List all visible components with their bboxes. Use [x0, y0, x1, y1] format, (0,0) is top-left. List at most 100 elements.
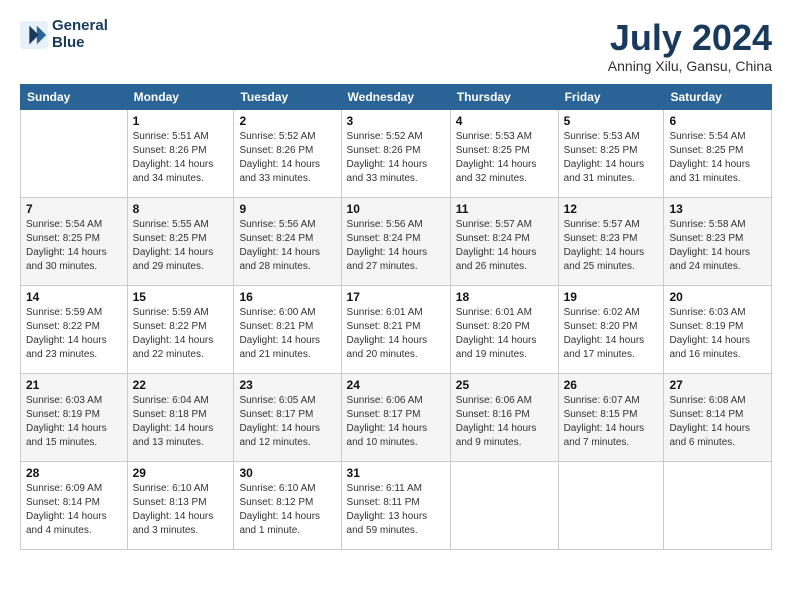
day-cell: 12 Sunrise: 5:57 AM Sunset: 8:23 PM Dayli… — [558, 197, 664, 285]
day-cell: 16 Sunrise: 6:00 AM Sunset: 8:21 PM Dayli… — [234, 285, 341, 373]
day-number: 4 — [456, 114, 553, 128]
day-cell: 10 Sunrise: 5:56 AM Sunset: 8:24 PM Dayli… — [341, 197, 450, 285]
day-cell: 26 Sunrise: 6:07 AM Sunset: 8:15 PM Dayli… — [558, 373, 664, 461]
day-cell: 25 Sunrise: 6:06 AM Sunset: 8:16 PM Dayli… — [450, 373, 558, 461]
day-info: Sunrise: 5:54 AM Sunset: 8:25 PM Dayligh… — [669, 130, 766, 186]
day-cell: 31 Sunrise: 6:11 AM Sunset: 8:11 PM Dayli… — [341, 461, 450, 549]
header: General Blue July 2024 Anning Xilu, Gans… — [20, 18, 772, 74]
header-wednesday: Wednesday — [341, 84, 450, 109]
logo-icon — [20, 21, 48, 49]
day-cell: 3 Sunrise: 5:52 AM Sunset: 8:26 PM Daylig… — [341, 109, 450, 197]
day-info: Sunrise: 5:57 AM Sunset: 8:24 PM Dayligh… — [456, 218, 553, 274]
day-info: Sunrise: 5:54 AM Sunset: 8:25 PM Dayligh… — [26, 218, 122, 274]
day-number: 7 — [26, 202, 122, 216]
day-number: 3 — [347, 114, 445, 128]
day-cell: 5 Sunrise: 5:53 AM Sunset: 8:25 PM Daylig… — [558, 109, 664, 197]
day-cell: 7 Sunrise: 5:54 AM Sunset: 8:25 PM Daylig… — [21, 197, 128, 285]
day-cell — [21, 109, 128, 197]
day-info: Sunrise: 6:03 AM Sunset: 8:19 PM Dayligh… — [26, 394, 122, 450]
day-cell — [558, 461, 664, 549]
header-thursday: Thursday — [450, 84, 558, 109]
day-number: 1 — [133, 114, 229, 128]
day-number: 20 — [669, 290, 766, 304]
day-number: 21 — [26, 378, 122, 392]
page: General Blue July 2024 Anning Xilu, Gans… — [0, 0, 792, 560]
day-number: 15 — [133, 290, 229, 304]
day-info: Sunrise: 6:09 AM Sunset: 8:14 PM Dayligh… — [26, 482, 122, 538]
day-number: 25 — [456, 378, 553, 392]
day-number: 19 — [564, 290, 659, 304]
day-number: 2 — [239, 114, 335, 128]
day-number: 26 — [564, 378, 659, 392]
day-cell: 18 Sunrise: 6:01 AM Sunset: 8:20 PM Dayli… — [450, 285, 558, 373]
day-info: Sunrise: 5:53 AM Sunset: 8:25 PM Dayligh… — [564, 130, 659, 186]
day-info: Sunrise: 6:04 AM Sunset: 8:18 PM Dayligh… — [133, 394, 229, 450]
day-info: Sunrise: 6:10 AM Sunset: 8:12 PM Dayligh… — [239, 482, 335, 538]
day-info: Sunrise: 5:57 AM Sunset: 8:23 PM Dayligh… — [564, 218, 659, 274]
day-cell: 9 Sunrise: 5:56 AM Sunset: 8:24 PM Daylig… — [234, 197, 341, 285]
header-monday: Monday — [127, 84, 234, 109]
logo-text: General Blue — [52, 18, 108, 51]
day-cell: 22 Sunrise: 6:04 AM Sunset: 8:18 PM Dayli… — [127, 373, 234, 461]
header-tuesday: Tuesday — [234, 84, 341, 109]
day-number: 5 — [564, 114, 659, 128]
calendar: SundayMondayTuesdayWednesdayThursdayFrid… — [20, 84, 772, 550]
day-info: Sunrise: 5:56 AM Sunset: 8:24 PM Dayligh… — [347, 218, 445, 274]
day-cell: 6Sunrise: 5:54 AM Sunset: 8:25 PM Daylig… — [664, 109, 772, 197]
week-row-4: 21 Sunrise: 6:03 AM Sunset: 8:19 PM Dayli… — [21, 373, 772, 461]
day-info: Sunrise: 6:01 AM Sunset: 8:21 PM Dayligh… — [347, 306, 445, 362]
day-cell: 2 Sunrise: 5:52 AM Sunset: 8:26 PM Daylig… — [234, 109, 341, 197]
day-info: Sunrise: 6:00 AM Sunset: 8:21 PM Dayligh… — [239, 306, 335, 362]
day-number: 31 — [347, 466, 445, 480]
day-number: 10 — [347, 202, 445, 216]
week-row-5: 28Sunrise: 6:09 AM Sunset: 8:14 PM Dayli… — [21, 461, 772, 549]
calendar-header-row: SundayMondayTuesdayWednesdayThursdayFrid… — [21, 84, 772, 109]
day-cell: 13 Sunrise: 5:58 AM Sunset: 8:23 PM Dayli… — [664, 197, 772, 285]
day-info: Sunrise: 5:58 AM Sunset: 8:23 PM Dayligh… — [669, 218, 766, 274]
week-row-2: 7 Sunrise: 5:54 AM Sunset: 8:25 PM Daylig… — [21, 197, 772, 285]
day-cell: 30 Sunrise: 6:10 AM Sunset: 8:12 PM Dayli… — [234, 461, 341, 549]
day-cell: 23Sunrise: 6:05 AM Sunset: 8:17 PM Dayli… — [234, 373, 341, 461]
header-saturday: Saturday — [664, 84, 772, 109]
day-number: 13 — [669, 202, 766, 216]
day-cell: 14 Sunrise: 5:59 AM Sunset: 8:22 PM Dayli… — [21, 285, 128, 373]
day-number: 11 — [456, 202, 553, 216]
day-number: 8 — [133, 202, 229, 216]
day-number: 22 — [133, 378, 229, 392]
day-info: Sunrise: 6:06 AM Sunset: 8:17 PM Dayligh… — [347, 394, 445, 450]
header-friday: Friday — [558, 84, 664, 109]
day-cell: 28Sunrise: 6:09 AM Sunset: 8:14 PM Dayli… — [21, 461, 128, 549]
day-number: 23 — [239, 378, 335, 392]
day-info: Sunrise: 5:52 AM Sunset: 8:26 PM Dayligh… — [239, 130, 335, 186]
day-cell: 27 Sunrise: 6:08 AM Sunset: 8:14 PM Dayli… — [664, 373, 772, 461]
logo-line1: General — [52, 18, 108, 35]
day-cell: 15Sunrise: 5:59 AM Sunset: 8:22 PM Dayli… — [127, 285, 234, 373]
day-number: 27 — [669, 378, 766, 392]
day-info: Sunrise: 6:08 AM Sunset: 8:14 PM Dayligh… — [669, 394, 766, 450]
day-info: Sunrise: 6:03 AM Sunset: 8:19 PM Dayligh… — [669, 306, 766, 362]
day-info: Sunrise: 6:02 AM Sunset: 8:20 PM Dayligh… — [564, 306, 659, 362]
day-number: 14 — [26, 290, 122, 304]
day-info: Sunrise: 5:56 AM Sunset: 8:24 PM Dayligh… — [239, 218, 335, 274]
day-number: 12 — [564, 202, 659, 216]
day-number: 18 — [456, 290, 553, 304]
week-row-3: 14 Sunrise: 5:59 AM Sunset: 8:22 PM Dayli… — [21, 285, 772, 373]
day-cell — [664, 461, 772, 549]
main-title: July 2024 — [608, 18, 772, 58]
day-number: 29 — [133, 466, 229, 480]
day-info: Sunrise: 5:52 AM Sunset: 8:26 PM Dayligh… — [347, 130, 445, 186]
day-number: 16 — [239, 290, 335, 304]
day-cell: 24Sunrise: 6:06 AM Sunset: 8:17 PM Dayli… — [341, 373, 450, 461]
day-number: 9 — [239, 202, 335, 216]
day-cell: 4Sunrise: 5:53 AM Sunset: 8:25 PM Daylig… — [450, 109, 558, 197]
day-info: Sunrise: 6:06 AM Sunset: 8:16 PM Dayligh… — [456, 394, 553, 450]
day-info: Sunrise: 6:11 AM Sunset: 8:11 PM Dayligh… — [347, 482, 445, 538]
logo: General Blue — [20, 18, 108, 51]
header-sunday: Sunday — [21, 84, 128, 109]
day-info: Sunrise: 6:01 AM Sunset: 8:20 PM Dayligh… — [456, 306, 553, 362]
day-info: Sunrise: 6:07 AM Sunset: 8:15 PM Dayligh… — [564, 394, 659, 450]
day-number: 30 — [239, 466, 335, 480]
day-cell: 1Sunrise: 5:51 AM Sunset: 8:26 PM Daylig… — [127, 109, 234, 197]
day-info: Sunrise: 5:59 AM Sunset: 8:22 PM Dayligh… — [26, 306, 122, 362]
logo-line2: Blue — [52, 35, 108, 52]
